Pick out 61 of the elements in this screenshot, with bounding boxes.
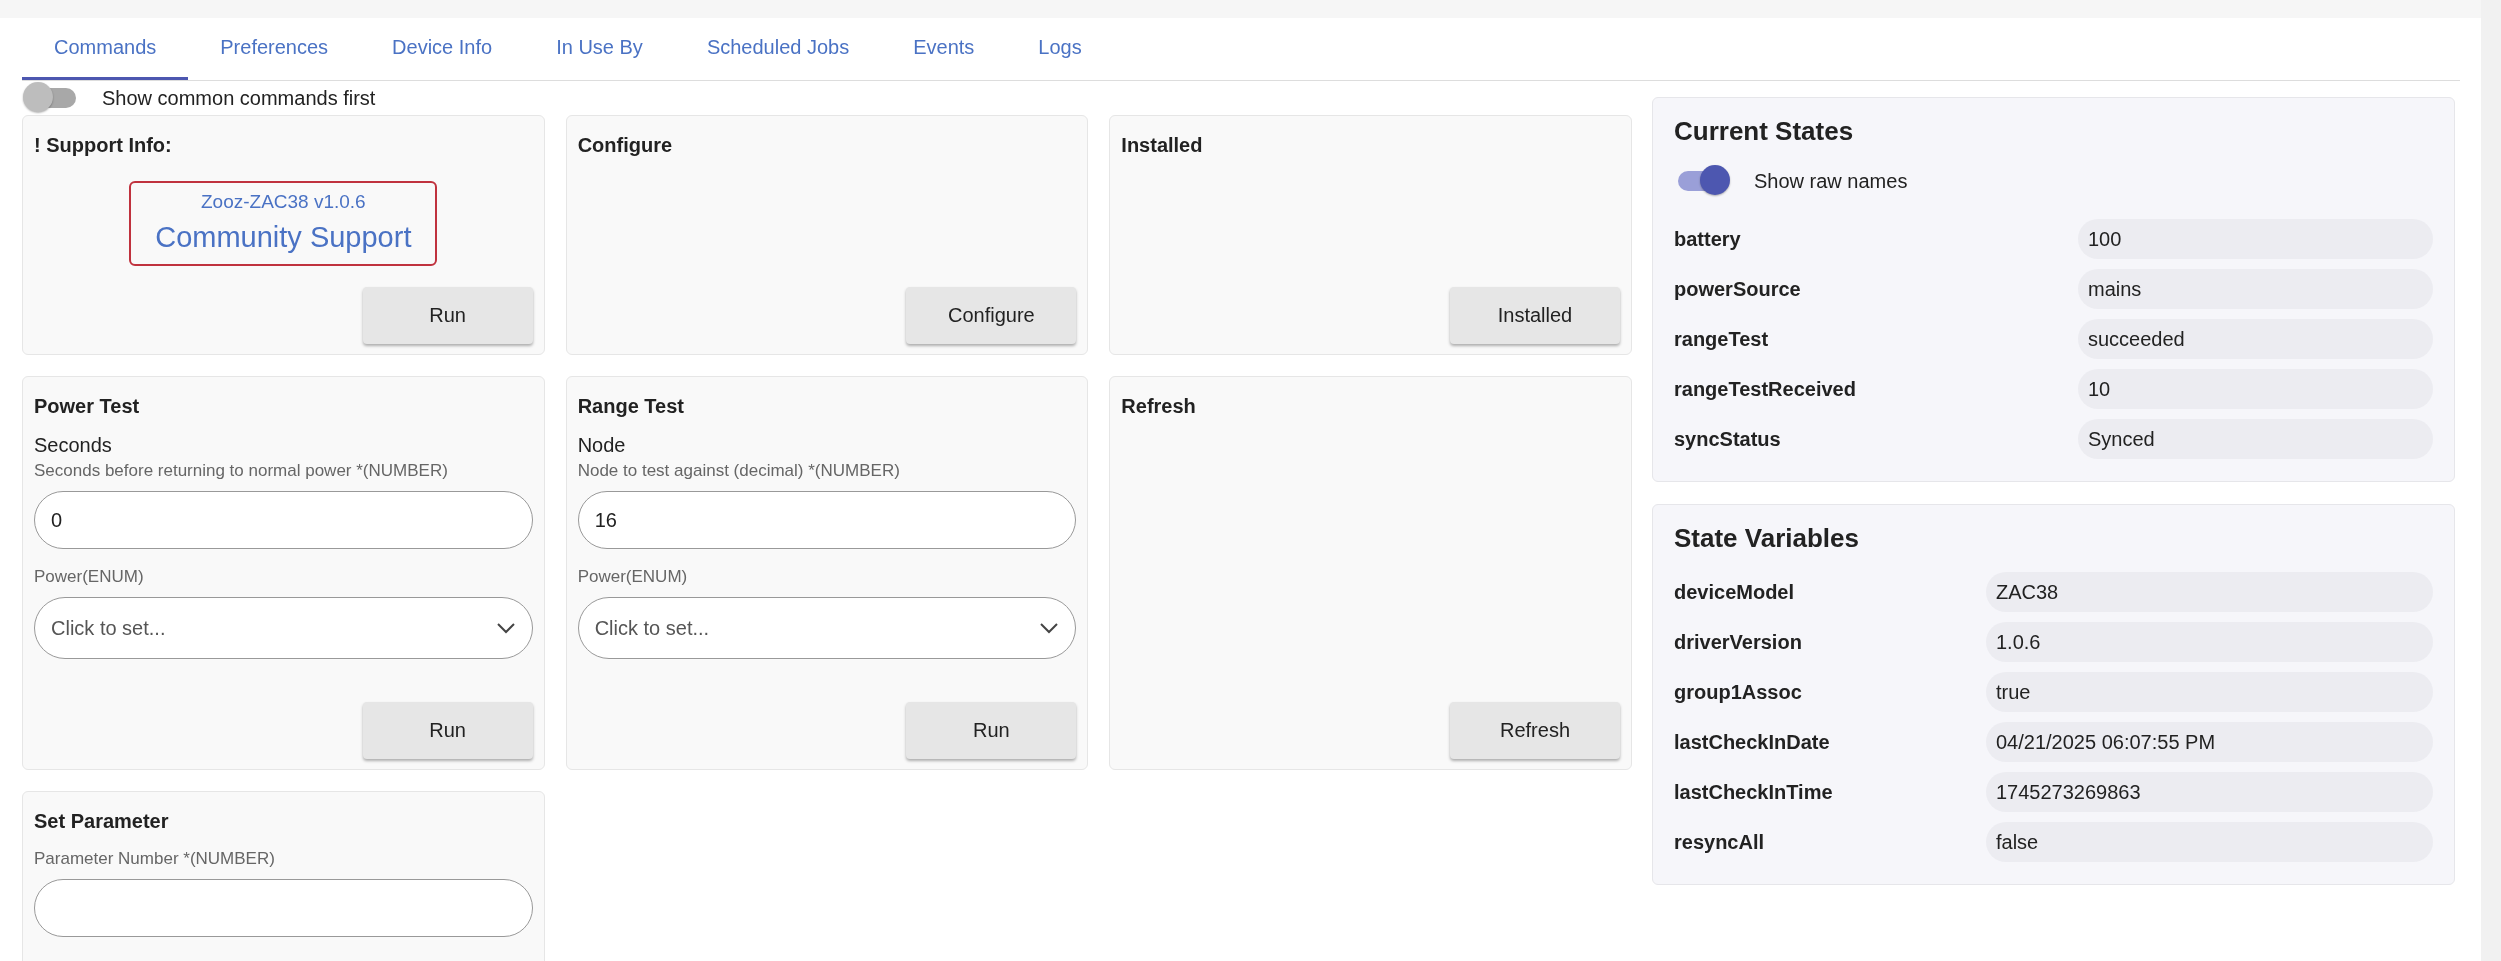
state-name: powerSource xyxy=(1674,276,1802,302)
state-name: group1Assoc xyxy=(1674,679,1803,705)
state-name: battery xyxy=(1674,226,1742,252)
command-title: Range Test xyxy=(577,395,685,418)
state-value: 100 xyxy=(2078,219,2433,259)
chevron-down-icon xyxy=(1039,622,1060,634)
command-button[interactable]: Configure xyxy=(906,287,1077,344)
tab[interactable]: Scheduled Jobs xyxy=(674,18,882,80)
state-name: syncStatus xyxy=(1674,426,1782,452)
state-name: rangeTest xyxy=(1674,326,1770,352)
parameter-description: Power(ENUM) xyxy=(577,567,689,587)
state-value: 04/21/2025 06:07:55 PM xyxy=(1986,722,2433,762)
parameter-description: Seconds before returning to normal power *(NUMBER) xyxy=(34,461,449,481)
command-title: Set Parameter xyxy=(34,810,170,833)
state-name: lastCheckInTime xyxy=(1674,779,1834,805)
tab[interactable]: Commands xyxy=(22,18,189,80)
tab[interactable]: Logs xyxy=(1006,18,1114,80)
state-name: resyncAll xyxy=(1674,829,1766,855)
command-title: Refresh xyxy=(1121,395,1197,418)
command-button[interactable]: Run xyxy=(362,702,533,759)
tab[interactable]: Events xyxy=(881,18,1007,80)
number-field[interactable]: 0 xyxy=(34,491,533,549)
parameter-name: Seconds xyxy=(34,434,113,457)
chevron-down-icon xyxy=(495,622,516,634)
command-button[interactable]: Run xyxy=(906,702,1077,759)
toggle-label: Show common commands first xyxy=(102,86,376,110)
tab[interactable]: Preferences xyxy=(188,18,361,80)
state-value: 10 xyxy=(2078,369,2433,409)
command-title: ! Support Info: xyxy=(34,134,173,157)
state-value: false xyxy=(1986,822,2433,862)
community-support-link[interactable]: Community Support xyxy=(155,221,412,254)
command-button[interactable]: Run xyxy=(362,287,533,344)
tab[interactable]: In Use By xyxy=(524,18,675,80)
select-field[interactable]: Click to set... xyxy=(577,597,1077,659)
tab[interactable]: Device Info xyxy=(360,18,525,80)
state-value: succeeded xyxy=(2078,319,2433,359)
state-value: ZAC38 xyxy=(1986,572,2433,612)
parameter-description: Node to test against (decimal) *(NUMBER) xyxy=(577,461,901,481)
version-link[interactable]: Zooz-ZAC38 v1.0.6 xyxy=(200,191,366,213)
toggle-label: Show raw names xyxy=(1754,169,1908,193)
command-button[interactable]: Installed xyxy=(1450,287,1620,344)
state-value: Synced xyxy=(2078,419,2433,459)
panel-title: State Variables xyxy=(1674,523,1860,554)
command-title: Configure xyxy=(577,134,674,157)
state-value: true xyxy=(1986,672,2433,712)
state-name: lastCheckInDate xyxy=(1674,729,1831,755)
parameter-description: Parameter Number *(NUMBER) xyxy=(34,849,276,869)
parameter-description: Power(ENUM) xyxy=(34,567,145,587)
state-value: 1745273269863 xyxy=(1986,772,2433,812)
state-name: driverVersion xyxy=(1674,629,1803,655)
command-button[interactable]: Refresh xyxy=(1450,702,1620,759)
state-value: 1.0.6 xyxy=(1986,622,2433,662)
command-title: Installed xyxy=(1121,134,1204,157)
state-name: rangeTestReceived xyxy=(1674,376,1857,402)
parameter-name: Node xyxy=(577,434,627,457)
select-field[interactable]: Click to set... xyxy=(34,597,533,659)
state-value: mains xyxy=(2078,269,2433,309)
panel-title: Current States xyxy=(1674,116,1855,147)
state-name: deviceModel xyxy=(1674,579,1796,605)
command-title: Power Test xyxy=(34,395,141,418)
number-field[interactable]: 16 xyxy=(577,491,1077,549)
